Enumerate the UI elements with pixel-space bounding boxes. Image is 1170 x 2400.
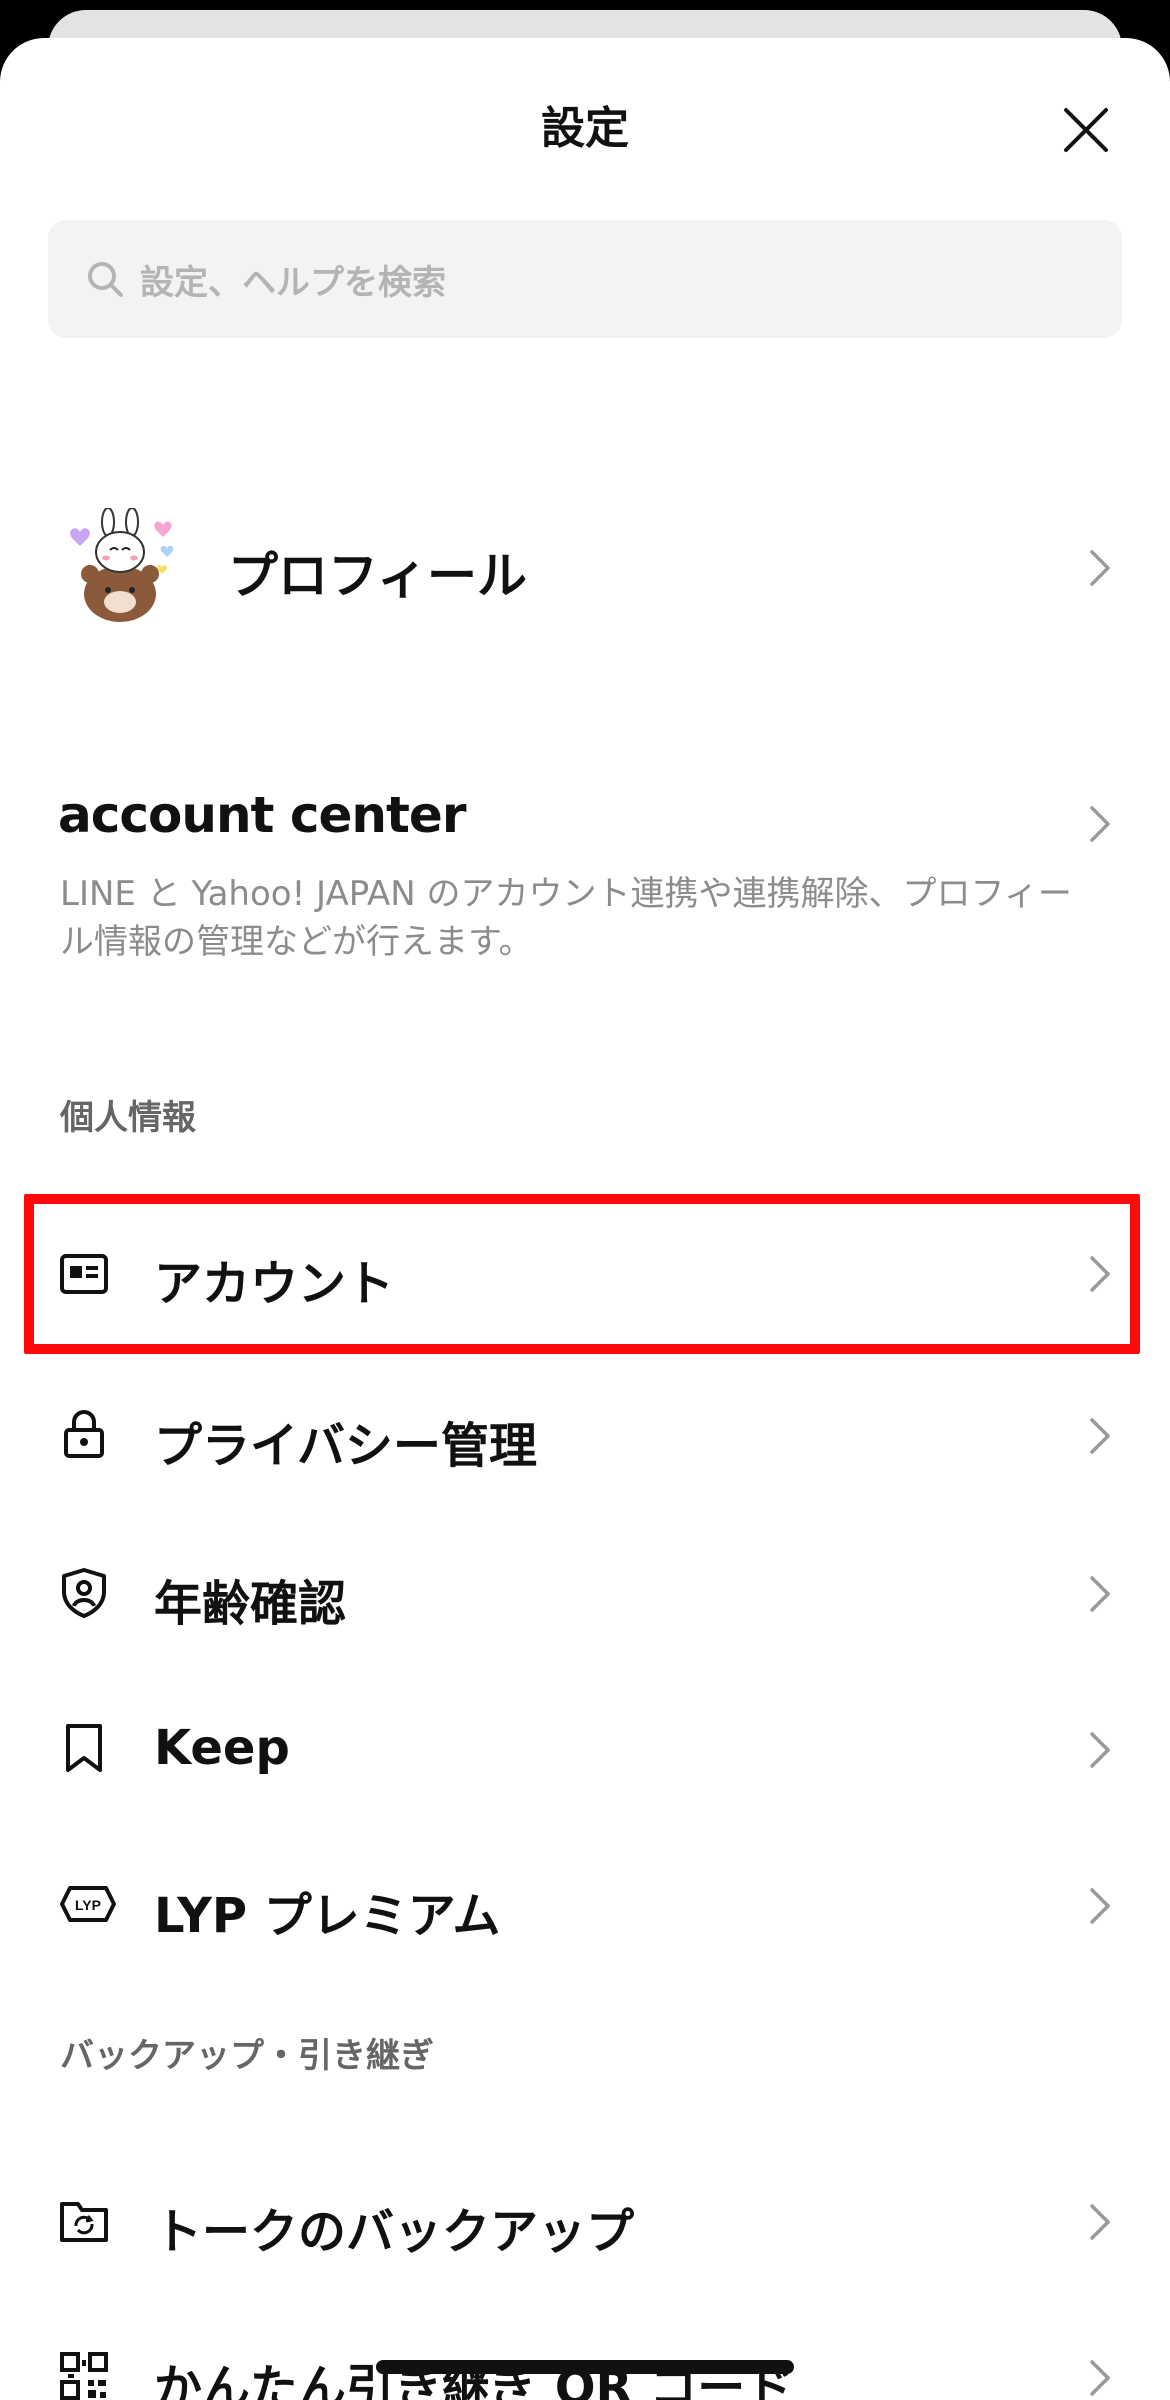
account-center-logo: account center	[58, 786, 466, 844]
profile-label: プロフィール	[228, 547, 527, 605]
search-input[interactable]: 設定、ヘルプを検索	[140, 255, 446, 304]
chevron-right-icon	[1090, 1576, 1110, 1612]
settings-item-keep[interactable]: Keep	[0, 1676, 1170, 1832]
lyp-badge-icon: LYP	[60, 1886, 116, 1922]
chevron-right-icon	[1090, 2204, 1110, 2240]
settings-item-qr-transfer[interactable]: かんたん引き継ぎ QR コード	[0, 2304, 1170, 2400]
account-center-row[interactable]: account center LINE と Yahoo! JAPAN のアカウン…	[0, 738, 1170, 998]
profile-row[interactable]: プロフィール	[0, 458, 1170, 678]
settings-item-label: トークのバックアップ	[154, 2204, 635, 2260]
lock-icon	[64, 1410, 104, 1458]
search-icon	[86, 259, 126, 299]
chevron-right-icon	[1090, 1888, 1110, 1924]
section-header-personal-info: 個人情報	[60, 1098, 196, 1138]
settings-item-label: Keep	[154, 1720, 290, 1776]
search-bar[interactable]: 設定、ヘルプを検索	[48, 220, 1122, 338]
settings-sheet: 設定 設定、ヘルプを検索 プロフィール account center LINE …	[0, 38, 1170, 2400]
settings-item-age-verification[interactable]: 年齢確認	[0, 1520, 1170, 1676]
bookmark-icon	[66, 1724, 102, 1772]
chevron-right-icon	[1090, 2360, 1110, 2396]
chevron-right-icon	[1090, 806, 1110, 842]
bear-rabbit-sticker-avatar	[70, 508, 174, 622]
home-indicator[interactable]	[376, 2360, 794, 2374]
settings-item-label: プライバシー管理	[154, 1418, 538, 1474]
folder-sync-icon	[60, 2202, 108, 2242]
qr-code-icon	[60, 2352, 108, 2400]
settings-item-privacy[interactable]: プライバシー管理	[0, 1364, 1170, 1520]
settings-item-lyp-premium[interactable]: LYP LYP プレミアム	[0, 1832, 1170, 1988]
chevron-right-icon	[1090, 1418, 1110, 1454]
page-title: 設定	[541, 103, 629, 154]
shield-user-icon	[62, 1568, 106, 1618]
svg-text:LYP: LYP	[75, 1897, 101, 1913]
highlight-box	[24, 1194, 1140, 1354]
chevron-right-icon	[1090, 1732, 1110, 1768]
settings-item-label: 年齢確認	[154, 1576, 347, 1632]
close-icon	[1064, 108, 1108, 152]
settings-item-label: LYP プレミアム	[154, 1888, 501, 1944]
close-button[interactable]	[1056, 100, 1116, 160]
section-header-backup: バックアップ・引き継ぎ	[60, 2036, 434, 2076]
settings-item-label: かんたん引き継ぎ QR コード	[154, 2360, 794, 2400]
account-center-description: LINE と Yahoo! JAPAN のアカウント連携や連携解除、プロフィール…	[60, 874, 1072, 962]
chevron-right-icon	[1090, 550, 1110, 586]
settings-item-talk-backup[interactable]: トークのバックアップ	[0, 2148, 1170, 2304]
